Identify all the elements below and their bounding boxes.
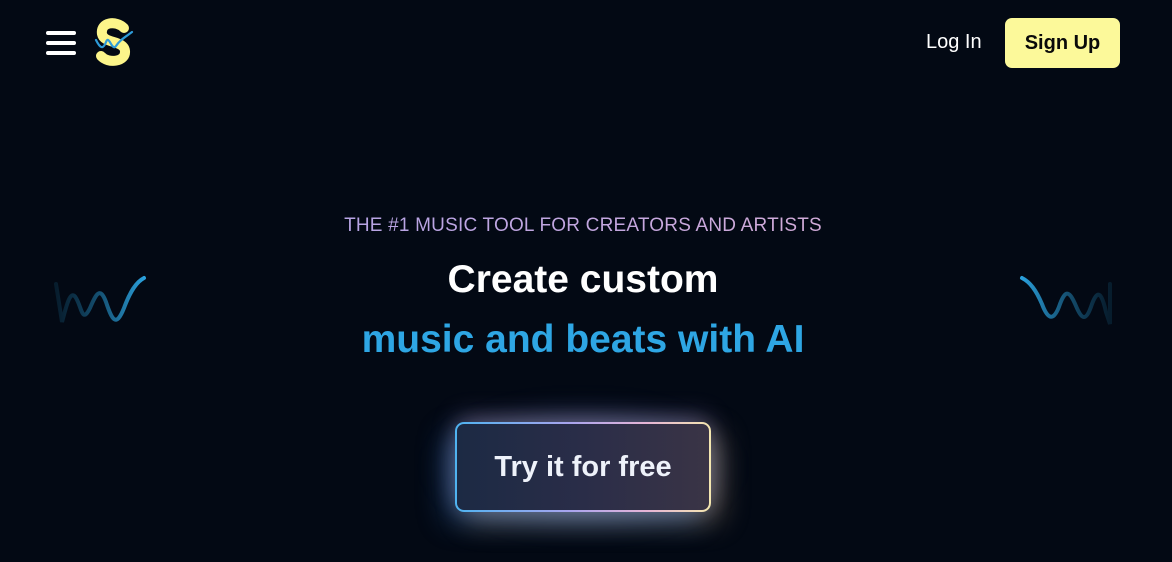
s-music-logo[interactable] [94, 18, 134, 66]
hero-headline-line2: music and beats with AI [361, 318, 805, 361]
hero-headline-line1: Create custom [447, 258, 719, 301]
hamburger-menu-icon[interactable] [46, 29, 76, 57]
try-free-label: Try it for free [457, 424, 709, 510]
login-link[interactable]: Log In [926, 31, 982, 54]
hero-eyebrow: THE #1 MUSIC TOOL FOR CREATORS AND ARTIS… [0, 215, 1166, 237]
landing-page: Log In Sign Up THE #1 MUSIC TOOL FOR CRE… [0, 0, 1172, 562]
try-free-button[interactable]: Try it for free [455, 422, 711, 512]
signup-button[interactable]: Sign Up [1005, 18, 1120, 68]
